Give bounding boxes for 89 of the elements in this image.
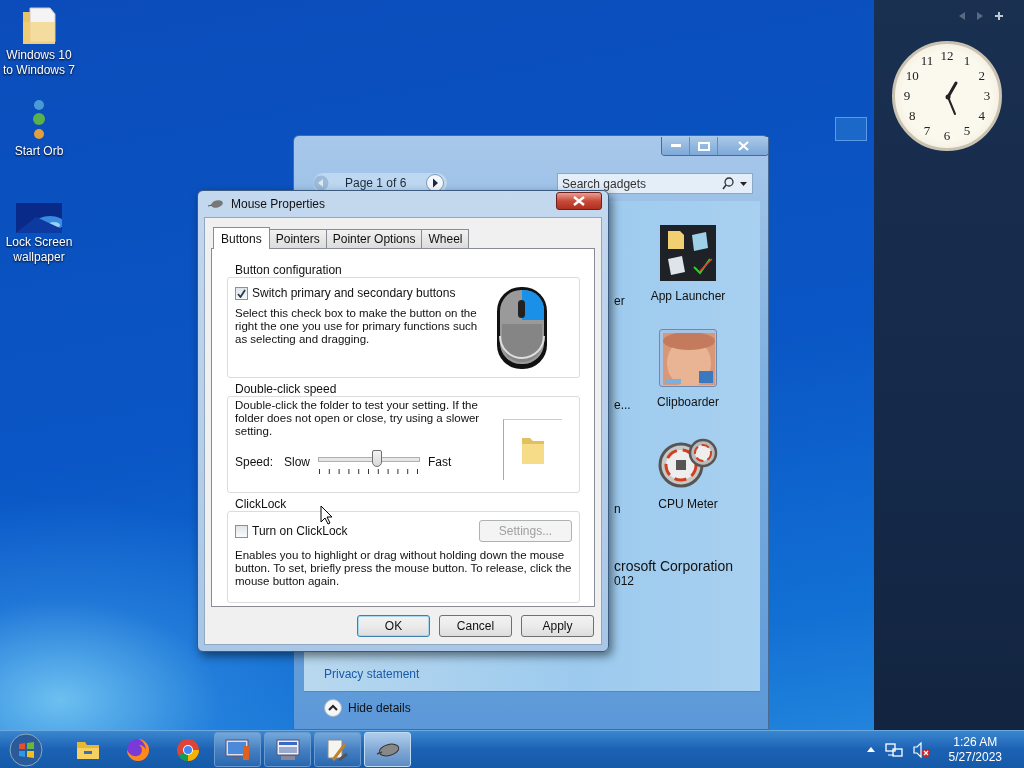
mouse-icon	[208, 199, 224, 209]
gadget-label[interactable]: n	[614, 502, 621, 516]
clock-number: 12	[940, 48, 954, 64]
checkbox[interactable]	[235, 524, 248, 538]
clock-number: 3	[983, 88, 991, 104]
close-icon	[573, 196, 585, 206]
tab[interactable]: Pointers	[268, 229, 327, 248]
checkbox-label[interactable]: Switch primary and secondary buttons	[252, 286, 456, 300]
description-text: Select this check box to make the button on the right the one you use for primary functions such as selecting and dragging.	[235, 307, 479, 346]
maximize-icon	[697, 141, 710, 151]
clock-number: 9	[903, 88, 911, 104]
dialog-button[interactable]: OK	[357, 615, 430, 637]
clock-number: 1	[963, 53, 971, 70]
clock-number: 8	[909, 108, 916, 124]
minimize-icon	[670, 144, 681, 148]
tab[interactable]: Buttons	[213, 227, 270, 249]
clock-number: 4	[978, 108, 985, 124]
monitor-icon	[224, 737, 251, 762]
clock-date[interactable]: 5/27/2023	[948, 749, 1002, 765]
maximize-button[interactable]	[690, 137, 718, 155]
privacy-link[interactable]: Privacy statement	[324, 667, 420, 681]
app-launcher-icon[interactable]	[660, 225, 716, 281]
speed-label: Speed:	[235, 455, 275, 469]
mouse-icon	[374, 741, 401, 758]
checkbox[interactable]	[235, 286, 248, 300]
right-arrow-icon[interactable]	[976, 11, 984, 21]
clock-face[interactable]: 11 12 1 10 2 9 3 8 4 7 6 5	[892, 41, 1002, 151]
group-heading: Button configuration	[235, 263, 343, 277]
taskbar-button[interactable]	[314, 732, 361, 767]
plus-icon[interactable]	[994, 11, 1004, 21]
clock-number: 7	[923, 122, 931, 139]
dialog-button[interactable]: Apply	[521, 615, 594, 637]
icon-label[interactable]: Lock Screen wallpaper	[5, 235, 73, 265]
close-icon	[737, 141, 749, 151]
gadget-label[interactable]: Clipboarder	[656, 395, 719, 409]
browser-icon[interactable]	[176, 737, 200, 762]
show-hidden-icons-icon[interactable]	[866, 747, 875, 752]
previous-page-icon[interactable]	[313, 175, 329, 191]
folder-icon[interactable]	[76, 739, 100, 760]
folder-icon[interactable]	[21, 6, 57, 46]
minimize-button[interactable]	[662, 137, 690, 155]
monitor-icon	[274, 737, 301, 762]
slow-label: Slow	[284, 455, 311, 469]
chevron-up-icon[interactable]	[324, 699, 342, 717]
clock-number: 11	[920, 53, 934, 70]
orb-icon[interactable]	[31, 98, 47, 142]
clock-time[interactable]: 1:26 AM	[953, 734, 998, 750]
taskbar-button[interactable]	[214, 732, 261, 767]
left-arrow-icon[interactable]	[958, 11, 966, 21]
gadget-label[interactable]: e...	[614, 398, 631, 412]
speed-slider[interactable]	[318, 449, 420, 475]
group-heading: ClickLock	[235, 497, 288, 511]
network-icon[interactable]	[884, 741, 903, 758]
volume-muted-icon[interactable]	[912, 741, 931, 758]
close-button[interactable]	[556, 192, 602, 210]
dropdown-arrow-icon[interactable]	[740, 182, 747, 186]
checkbox-label[interactable]: Turn on ClickLock	[252, 524, 348, 538]
window-title: Mouse Properties	[231, 197, 326, 211]
gadget-label[interactable]: CPU Meter	[658, 497, 718, 511]
tab[interactable]: Pointer Options	[325, 229, 423, 248]
search-field[interactable]: Search gadgets	[557, 173, 753, 194]
taskbar-button[interactable]	[264, 732, 311, 767]
clock-hands-icon	[944, 81, 958, 116]
publish-year-text: 012	[614, 574, 635, 588]
clock-number: 10	[905, 68, 919, 84]
tab[interactable]: Wheel	[421, 229, 470, 248]
start-button-icon[interactable]	[8, 731, 44, 768]
search-icon[interactable]	[722, 177, 734, 190]
clock-number: 2	[978, 68, 985, 84]
page-indicator: Page 1 of 6	[345, 176, 407, 190]
window-thumbnail[interactable]	[835, 117, 867, 141]
group-heading: Double-click speed	[235, 382, 338, 396]
icon-label[interactable]: Start Orb	[14, 144, 64, 159]
description-text: Enables you to highlight or drag without holding down the mouse button. To set, briefly press the mouse button. To release, click the mouse button again.	[235, 549, 572, 588]
dialog-button[interactable]: Cancel	[439, 615, 512, 637]
gauge-icon[interactable]	[657, 437, 719, 489]
fast-label: Fast	[428, 455, 452, 469]
gadget-thumbnail[interactable]	[659, 329, 717, 387]
icon-label[interactable]: Windows 10 to Windows 7	[3, 48, 75, 78]
hide-details-link[interactable]: Hide details	[348, 701, 411, 715]
browser-icon[interactable]	[126, 737, 150, 762]
clock-number: 5	[963, 122, 971, 139]
gadget-label[interactable]: er	[614, 294, 625, 308]
publisher-text: crosoft Corporation	[614, 558, 734, 574]
slider-thumb[interactable]	[372, 450, 382, 467]
cursor-icon	[320, 505, 334, 525]
clock-number: 6	[943, 128, 951, 144]
gadget-label[interactable]: App Launcher	[650, 289, 726, 303]
description-text: Double-click the folder to test your setting. If the folder does not open or close, try using a slower setting.	[235, 399, 481, 438]
